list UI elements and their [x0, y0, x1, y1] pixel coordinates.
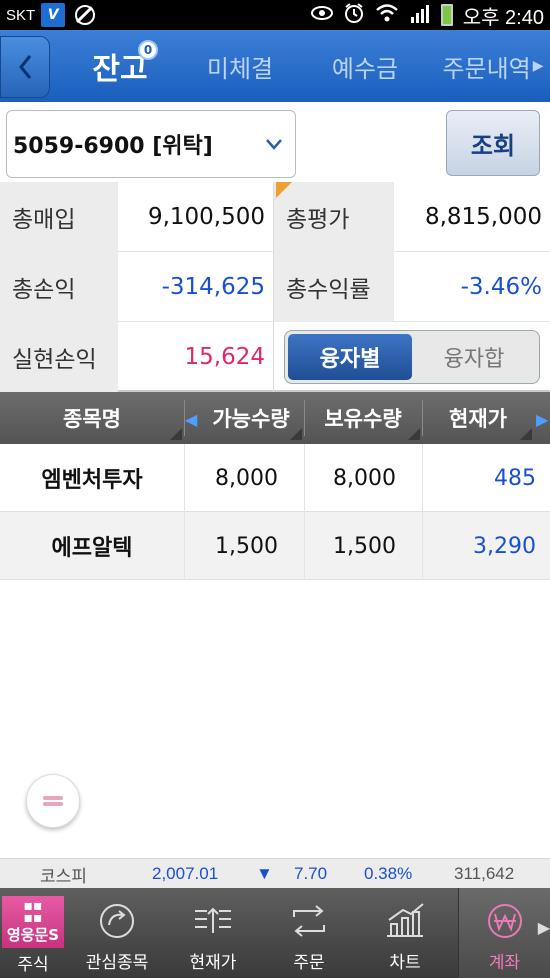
status-bar: SKT V 오후 2:40	[0, 0, 550, 30]
scroll-right-icon[interactable]: ▶	[536, 410, 548, 429]
tab-order-history[interactable]: 주문내역 ▶	[436, 30, 550, 102]
index-ticker[interactable]: 코스피 2,007.01 ▼ 7.70 0.38% 311,642	[0, 858, 550, 888]
total-return-label: 총수익률	[274, 252, 394, 322]
current-price: 3,290	[473, 533, 536, 559]
order-icon	[285, 898, 333, 944]
sort-corner-icon	[408, 428, 420, 440]
total-return-value: -3.46%	[460, 274, 542, 300]
query-button[interactable]: 조회	[446, 110, 540, 176]
brand-icon: ▪▪ ▪▪ 영웅문S	[2, 896, 64, 948]
down-arrow-icon: ▼	[256, 864, 273, 883]
chart-icon	[381, 898, 429, 944]
realized-pl-label: 실현손익	[0, 322, 118, 392]
balance-summary: 총매입 9,100,500 총평가 8,815,000 총손익 -314,625…	[0, 182, 550, 392]
header-held-qty[interactable]: 보유수량	[304, 392, 422, 444]
grid-dots-icon: ▪▪ ▪▪	[23, 897, 43, 926]
nav-chart[interactable]: 차트	[360, 888, 450, 978]
stock-name: 에프알텍	[51, 536, 133, 561]
screen: SKT V 오후 2:40 잔고 0 미체결 예수금 주문내역 ▶ 5059-6…	[0, 0, 550, 978]
tab-unfilled[interactable]: 미체결	[190, 30, 290, 102]
index-change: 7.70	[294, 864, 328, 883]
tab-more-arrow-icon: ▶	[532, 58, 544, 74]
total-eval-label: 총평가	[274, 182, 394, 252]
menu-icon	[43, 794, 63, 808]
held-qty: 1,500	[333, 533, 396, 559]
table-row[interactable]: 에프알텍 1,500 1,500 3,290	[0, 512, 550, 580]
alarm-icon	[343, 2, 365, 29]
tab-deposit[interactable]: 예수금	[315, 30, 415, 102]
chevron-left-icon	[19, 55, 32, 79]
tab-badge: 0	[138, 40, 158, 60]
column-divider	[273, 182, 274, 392]
account-dropdown[interactable]: 5059-6900 [위탁]	[6, 110, 296, 178]
table-row[interactable]: 엠벤처투자 8,000 8,000 485	[0, 444, 550, 512]
header-available-qty[interactable]: 가능수량	[198, 392, 304, 444]
available-qty: 1,500	[215, 533, 278, 559]
tab-bar: 잔고 0 미체결 예수금 주문내역 ▶	[0, 30, 550, 102]
status-icons: 오후 2:40	[310, 1, 544, 30]
total-pl-label: 총손익	[0, 252, 118, 322]
sort-corner-icon	[170, 428, 182, 440]
back-button[interactable]	[0, 36, 50, 98]
battery-icon	[440, 4, 453, 26]
total-pl-value: -314,625	[161, 274, 265, 300]
segment-by-loan[interactable]: 융자별	[288, 334, 412, 380]
bottom-navigation: ▪▪ ▪▪ 영웅문S 주식 관심종목 현재가 주문 차트 계좌 ▶	[0, 888, 550, 978]
index-name: 코스피	[40, 866, 87, 886]
current-price: 485	[494, 465, 536, 491]
nav-more-arrow-icon[interactable]: ▶	[538, 918, 550, 937]
account-row: 5059-6900 [위탁] 조회	[0, 102, 550, 182]
nav-current-price[interactable]: 현재가	[168, 888, 258, 978]
wifi-icon	[375, 3, 399, 28]
summary-row-pl: 총손익 -314,625 총수익률 -3.46%	[0, 252, 550, 322]
nav-order[interactable]: 주문	[264, 888, 354, 978]
nav-stock[interactable]: ▪▪ ▪▪ 영웅문S 주식	[0, 888, 66, 978]
app-notification-icon: V	[41, 3, 66, 27]
current-price-icon	[189, 898, 237, 944]
held-qty: 8,000	[333, 465, 396, 491]
corner-flag-icon	[276, 182, 292, 198]
sort-corner-icon	[290, 428, 302, 440]
header-stock-name[interactable]: 종목명	[0, 392, 184, 444]
index-value: 2,007.01	[152, 864, 219, 883]
tab-balance[interactable]: 잔고	[70, 30, 170, 102]
account-value: 5059-6900 [위탁]	[13, 134, 213, 159]
header-current-price[interactable]: 현재가	[422, 392, 534, 444]
watchlist-icon	[93, 898, 141, 944]
block-icon	[75, 5, 96, 25]
clock: 오후 2:40	[462, 6, 544, 29]
tab-label: 주문내역	[442, 54, 531, 83]
carrier-label: SKT	[6, 6, 36, 24]
chevron-down-icon	[266, 139, 282, 150]
account-won-icon	[481, 898, 529, 944]
nav-label: 관심종목	[85, 953, 149, 973]
brand-text: 영웅문S	[6, 925, 60, 944]
sort-corner-icon	[520, 428, 532, 440]
index-change-pct: 0.38%	[364, 864, 413, 883]
stock-name: 엠벤처투자	[41, 468, 143, 493]
available-qty: 8,000	[215, 465, 278, 491]
segment-loan-sum[interactable]: 융자합	[412, 334, 536, 380]
tab-label: 미체결	[206, 54, 274, 83]
signal-icon	[409, 3, 431, 28]
realized-pl-value: 15,624	[184, 344, 265, 370]
nav-label: 차트	[389, 953, 421, 973]
nav-label: 주문	[293, 953, 325, 973]
floating-menu-button[interactable]	[26, 774, 80, 828]
nav-label: 현재가	[189, 953, 237, 973]
nav-account[interactable]: 계좌	[458, 888, 550, 978]
total-purchase-value: 9,100,500	[147, 204, 265, 230]
nav-watchlist[interactable]: 관심종목	[72, 888, 162, 978]
total-eval-value: 8,815,000	[424, 204, 542, 230]
nav-label: 계좌	[488, 953, 521, 973]
tab-label: 예수금	[331, 54, 399, 83]
summary-row-purchase: 총매입 9,100,500 총평가 8,815,000	[0, 182, 550, 252]
index-volume: 311,642	[454, 864, 515, 883]
nav-label: 주식	[17, 955, 49, 975]
eye-icon	[310, 5, 333, 25]
total-purchase-label: 총매입	[0, 182, 118, 252]
scroll-left-icon[interactable]: ◀	[185, 410, 197, 429]
holdings-table-header: 종목명 ◀ 가능수량 보유수량 현재가 ▶	[0, 392, 550, 444]
loan-segment-control: 융자별 융자합	[284, 330, 540, 384]
